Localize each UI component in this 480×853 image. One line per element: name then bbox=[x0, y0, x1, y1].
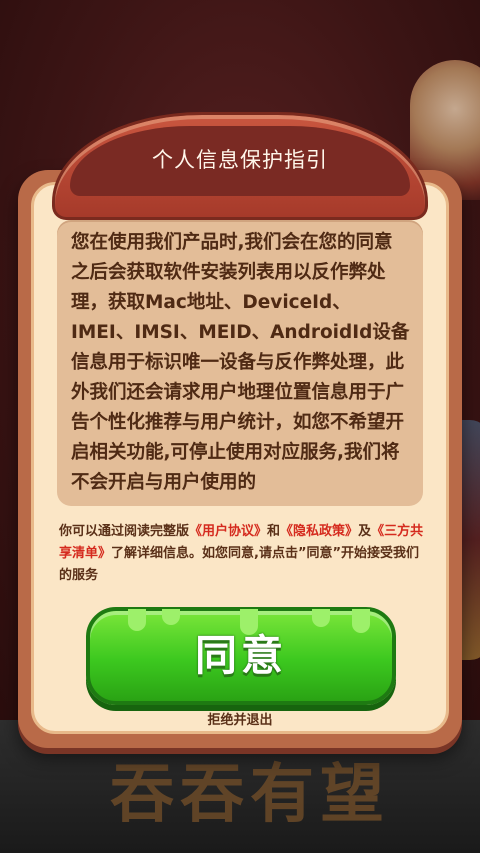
reject-and-exit-button[interactable]: 拒绝并退出 bbox=[190, 710, 290, 732]
button-drip bbox=[162, 609, 180, 625]
policy-notice: 你可以通过阅读完整版《用户协议》和《隐私政策》及《三方共享清单》了解详细信息。如… bbox=[59, 521, 429, 587]
user-agreement-link[interactable]: 《用户协议》 bbox=[189, 524, 267, 539]
policy-text: 您在使用我们产品时,我们会在您的同意之后会获取软件安装列表用以反作弊处理，获取M… bbox=[71, 232, 410, 493]
notice-prefix: 你可以通过阅读完整版 bbox=[59, 524, 190, 539]
privacy-policy-link[interactable]: 《隐私政策》 bbox=[280, 524, 358, 539]
policy-text-box[interactable]: 您在使用我们产品时,我们会在您的同意之后会获取软件安装列表用以反作弊处理，获取M… bbox=[57, 220, 423, 506]
agree-button-label: 同意 bbox=[194, 631, 287, 680]
dialog-title: 个人信息保护指引 bbox=[152, 148, 328, 172]
notice-and2: 及 bbox=[358, 524, 372, 539]
background-logo-text: 吞吞有望 bbox=[110, 757, 390, 832]
notice-and: 和 bbox=[267, 524, 281, 539]
agree-button[interactable]: 同意 bbox=[86, 607, 396, 705]
notice-suffix: 了解详细信息。如您同意,请点击”同意”开始接受我们的服务 bbox=[59, 546, 420, 583]
